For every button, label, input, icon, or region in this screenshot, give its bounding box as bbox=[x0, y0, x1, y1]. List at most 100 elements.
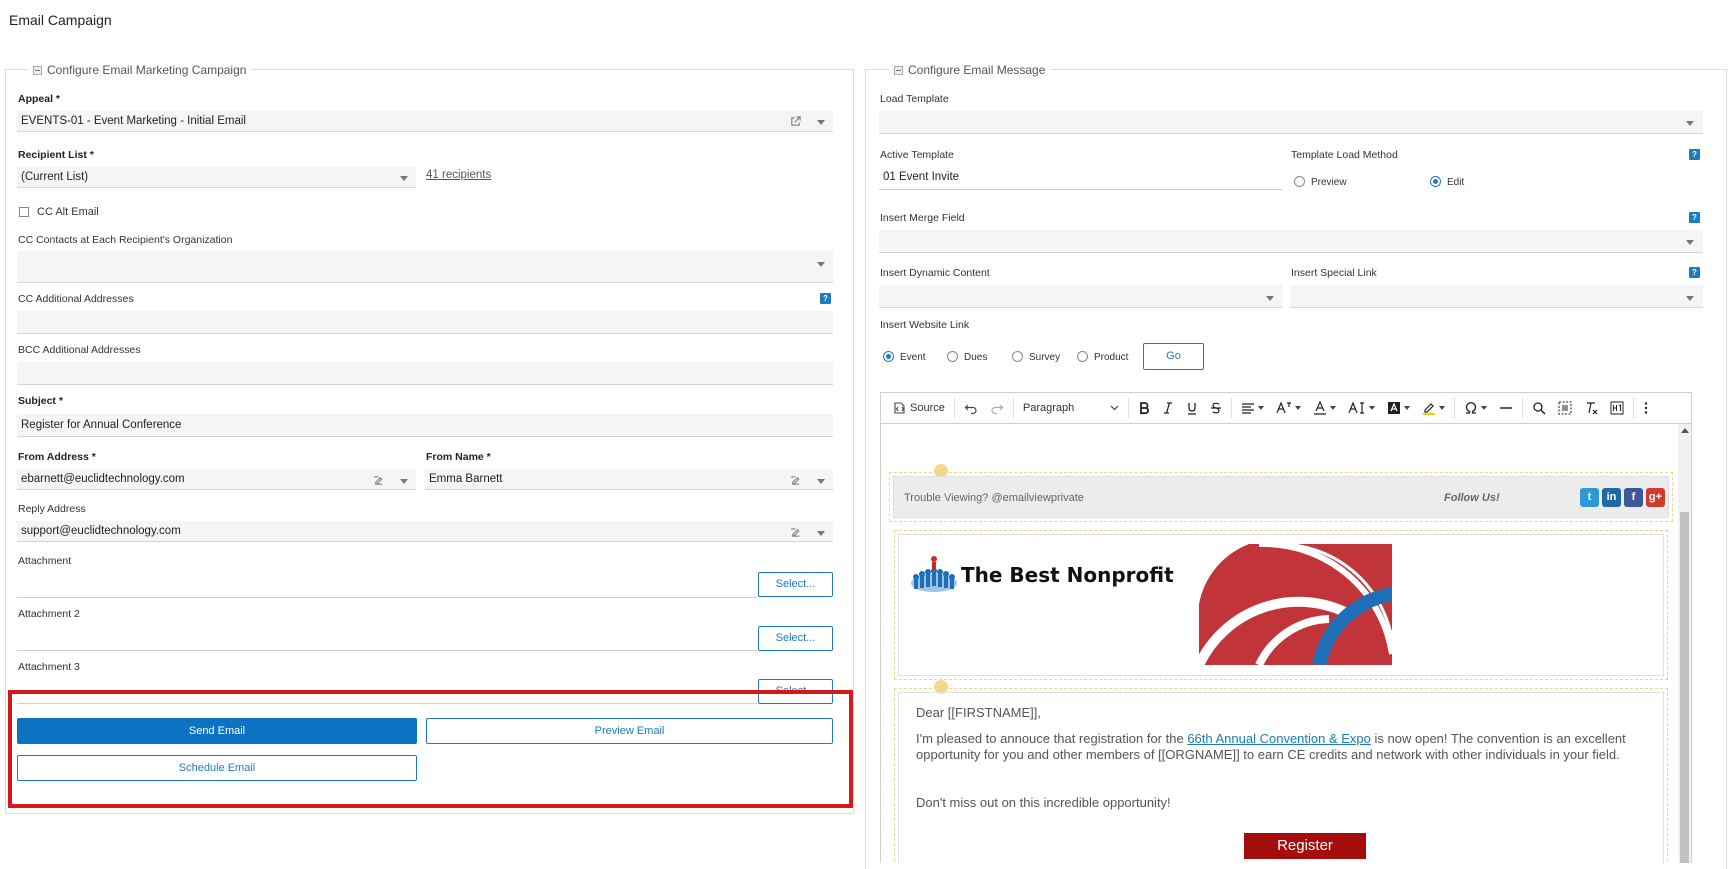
schedule-email-button[interactable]: Schedule Email bbox=[17, 755, 417, 781]
website-link-event-radio[interactable] bbox=[883, 351, 894, 362]
font-color-dropdown[interactable] bbox=[1307, 393, 1342, 423]
collapse-icon[interactable] bbox=[33, 65, 42, 75]
facebook-icon[interactable]: f bbox=[1624, 488, 1643, 507]
website-link-go-button[interactable]: Go bbox=[1143, 343, 1204, 370]
recipients-count-link[interactable]: 41 recipients bbox=[426, 169, 491, 181]
from-name-select[interactable]: Emma Barnett bbox=[425, 469, 833, 490]
scroll-up-icon[interactable] bbox=[1681, 428, 1689, 433]
italic-button[interactable] bbox=[1156, 393, 1180, 423]
load-template-label: Load Template bbox=[880, 93, 949, 105]
trouble-viewing-text[interactable]: Trouble Viewing? @emailviewprivate bbox=[904, 492, 1084, 504]
twitter-icon[interactable]: t bbox=[1580, 488, 1599, 507]
chevron-down-icon[interactable] bbox=[817, 120, 825, 125]
background-color-dropdown[interactable] bbox=[1381, 393, 1416, 423]
undo-button[interactable] bbox=[958, 393, 984, 423]
help-icon[interactable]: ? bbox=[820, 293, 831, 304]
preview-email-button[interactable]: Preview Email bbox=[426, 718, 833, 744]
editor-scrollbar[interactable] bbox=[1678, 424, 1691, 863]
cc-contacts-select[interactable] bbox=[17, 251, 833, 283]
bcc-additional-input[interactable] bbox=[17, 362, 833, 385]
select-all-button[interactable] bbox=[1552, 393, 1578, 423]
insert-special-link-select[interactable] bbox=[1290, 285, 1703, 308]
help-icon[interactable]: ? bbox=[1689, 212, 1700, 223]
font-size-dropdown[interactable] bbox=[1270, 393, 1307, 423]
email-closing[interactable]: Don't miss out on this incredible opport… bbox=[916, 795, 1636, 811]
website-link-survey-radio[interactable] bbox=[1012, 351, 1023, 362]
chevron-down-icon[interactable] bbox=[817, 531, 825, 536]
font-family-dropdown[interactable] bbox=[1342, 393, 1381, 423]
load-template-select[interactable] bbox=[879, 111, 1703, 134]
edit-icon[interactable] bbox=[790, 475, 801, 486]
more-options-button[interactable] bbox=[1637, 393, 1655, 423]
chevron-down-icon[interactable] bbox=[817, 479, 825, 484]
email-body-block[interactable]: Dear [[FIRSTNAME]], I'm pleased to annou… bbox=[894, 688, 1668, 863]
chevron-down-icon[interactable] bbox=[1686, 121, 1694, 126]
subject-input[interactable]: Register for Annual Conference bbox=[17, 414, 833, 437]
campaign-config-legend[interactable]: Configure Email Marketing Campaign bbox=[28, 63, 252, 77]
source-icon bbox=[894, 402, 905, 414]
actions-highlight-box bbox=[8, 690, 853, 808]
email-banner-block[interactable]: The Best Nonprofit bbox=[894, 530, 1668, 680]
chevron-down-icon bbox=[1438, 406, 1445, 410]
attachment-2-select-button[interactable]: Select... bbox=[758, 626, 833, 651]
load-method-edit-radio[interactable] bbox=[1430, 176, 1441, 187]
edit-icon[interactable] bbox=[373, 475, 384, 486]
website-link-product-radio[interactable] bbox=[1077, 351, 1088, 362]
insert-dynamic-content-label: Insert Dynamic Content bbox=[880, 267, 990, 279]
load-method-preview-radio[interactable] bbox=[1294, 176, 1305, 187]
strikethrough-button[interactable] bbox=[1204, 393, 1228, 423]
email-editor-canvas[interactable]: Trouble Viewing? @emailviewprivate Follo… bbox=[880, 424, 1692, 863]
highlight-dropdown[interactable] bbox=[1416, 393, 1451, 423]
insert-merge-field-select[interactable] bbox=[879, 230, 1703, 253]
insert-dynamic-content-select[interactable] bbox=[879, 285, 1282, 308]
email-body-paragraph[interactable]: I'm pleased to annouce that registration… bbox=[916, 731, 1636, 763]
underline-button[interactable] bbox=[1180, 393, 1204, 423]
collapse-icon[interactable] bbox=[894, 65, 903, 75]
from-address-select[interactable]: ebarnett@euclidtechnology.com bbox=[17, 469, 416, 490]
attachment-2-input[interactable] bbox=[17, 626, 757, 651]
find-replace-button[interactable] bbox=[1526, 393, 1552, 423]
email-header-block[interactable]: Trouble Viewing? @emailviewprivate Follo… bbox=[889, 472, 1673, 522]
horizontal-line-button[interactable] bbox=[1493, 393, 1519, 423]
heading-block-button[interactable] bbox=[1604, 393, 1630, 423]
chevron-down-icon[interactable] bbox=[400, 479, 408, 484]
edit-icon[interactable] bbox=[790, 527, 801, 538]
bold-button[interactable] bbox=[1132, 393, 1156, 423]
align-dropdown[interactable] bbox=[1235, 393, 1270, 423]
recipient-list-select[interactable]: (Current List) bbox=[17, 167, 416, 188]
email-greeting[interactable]: Dear [[FIRSTNAME]], bbox=[916, 705, 1636, 721]
remove-format-button[interactable] bbox=[1578, 393, 1604, 423]
google-plus-icon[interactable]: g+ bbox=[1646, 488, 1665, 507]
attachment-select-button[interactable]: Select... bbox=[758, 572, 833, 597]
recipient-list-label: Recipient List * bbox=[18, 149, 94, 161]
special-characters-dropdown[interactable] bbox=[1458, 393, 1493, 423]
scroll-thumb[interactable] bbox=[1680, 512, 1689, 863]
chevron-down-icon[interactable] bbox=[1686, 296, 1694, 301]
reply-address-select[interactable]: support@euclidtechnology.com bbox=[17, 521, 833, 542]
active-template-input[interactable]: 01 Event Invite bbox=[879, 167, 1282, 190]
convention-link[interactable]: 66th Annual Convention & Expo bbox=[1187, 731, 1371, 746]
italic-icon bbox=[1163, 402, 1172, 414]
register-button[interactable]: Register bbox=[1244, 833, 1366, 859]
paragraph-format-dropdown[interactable]: Paragraph bbox=[1017, 393, 1125, 423]
editor-toolbar: Source Paragraph bbox=[880, 392, 1692, 424]
email-message-legend[interactable]: Configure Email Message bbox=[889, 63, 1051, 77]
help-icon[interactable]: ? bbox=[1689, 267, 1700, 278]
source-button[interactable]: Source bbox=[887, 393, 951, 423]
open-external-icon[interactable] bbox=[790, 116, 801, 127]
cc-additional-input[interactable] bbox=[17, 311, 833, 334]
website-link-dues-radio[interactable] bbox=[947, 351, 958, 362]
attachment-input[interactable] bbox=[17, 573, 757, 598]
redo-button[interactable] bbox=[984, 393, 1010, 423]
appeal-select[interactable]: EVENTS-01 - Event Marketing - Initial Em… bbox=[17, 111, 833, 132]
website-link-survey-label: Survey bbox=[1029, 352, 1061, 363]
help-icon[interactable]: ? bbox=[1689, 149, 1700, 160]
chevron-down-icon[interactable] bbox=[817, 262, 825, 267]
remove-format-icon bbox=[1586, 402, 1598, 415]
send-email-button[interactable]: Send Email bbox=[17, 718, 417, 744]
chevron-down-icon[interactable] bbox=[400, 176, 408, 181]
linkedin-icon[interactable]: in bbox=[1602, 488, 1621, 507]
chevron-down-icon[interactable] bbox=[1686, 240, 1694, 245]
cc-alt-email-checkbox[interactable] bbox=[19, 207, 29, 217]
chevron-down-icon[interactable] bbox=[1266, 296, 1274, 301]
